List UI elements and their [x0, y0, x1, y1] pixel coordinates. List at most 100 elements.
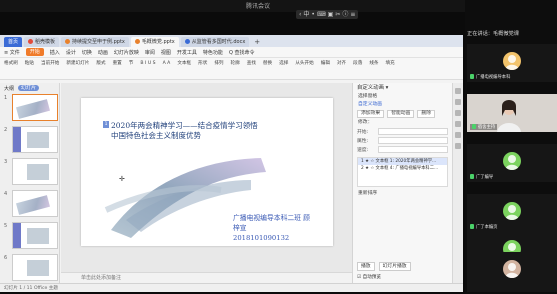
toolbar-button[interactable]: 对齐 — [337, 60, 346, 68]
slide-thumbnail-row: 1 — [0, 93, 59, 125]
slide-thumbnail[interactable] — [12, 158, 58, 185]
tool-icon[interactable] — [455, 88, 461, 94]
toolbar-button[interactable]: 形状 — [198, 60, 207, 68]
toolbar-button[interactable]: 节 — [129, 60, 134, 68]
toolbar-button[interactable]: 排列 — [214, 60, 223, 68]
toolbar-button[interactable]: 段落 — [353, 60, 362, 68]
document-tab[interactable]: 首页 — [4, 37, 23, 47]
participant-tile[interactable]: 广了编导 — [467, 144, 557, 182]
toolbar-button[interactable]: 轮廓 — [231, 60, 240, 68]
document-tab[interactable]: 从监管看多国时代.docx — [180, 37, 250, 47]
menu-item[interactable]: 视图 — [161, 49, 171, 56]
toolbar-button[interactable]: 当前开始 — [41, 60, 59, 68]
animation-list-item[interactable]: 2 ★ ☆ 文本框 4: 广播电视编导本科二... — [358, 165, 447, 172]
menu-item[interactable]: 插入 — [50, 49, 60, 56]
menu-item[interactable]: ≡ 文件 — [4, 49, 20, 56]
tool-icon[interactable] — [455, 132, 461, 138]
smart-animation-button[interactable]: 智能动画 — [387, 110, 415, 118]
menu-item[interactable]: 开始 — [25, 48, 44, 56]
start-field: 开始: — [353, 127, 452, 136]
menu-item[interactable]: 开发工具 — [177, 49, 197, 56]
reorder-label[interactable]: 重新排序 — [353, 190, 452, 198]
slide-thumbnail[interactable] — [12, 222, 58, 249]
thumbnail-pane-header: 大纲 幻灯片 — [0, 83, 59, 93]
menu-item[interactable]: 设计 — [66, 49, 76, 56]
slide-title[interactable]: 2020年两会精神学习——结合疫情学习领悟 中国特色社会主义制度优势 — [111, 121, 311, 141]
toolbar-button[interactable]: 编辑 — [321, 60, 330, 68]
toolbar-button[interactable]: 查找 — [247, 60, 256, 68]
slide-author-textbox[interactable]: 广播电视编导本科二班 顾 梓宣 2018101090132 — [233, 213, 329, 243]
document-tab[interactable]: 持续提交至申于例.pptx — [61, 37, 129, 47]
delete-button[interactable]: 删除 — [417, 110, 436, 118]
tool-icon[interactable] — [455, 99, 461, 105]
property-select[interactable] — [378, 137, 448, 144]
toolbar-button[interactable]: B I U S — [140, 60, 155, 68]
tool-icon[interactable] — [455, 121, 461, 127]
document-tab[interactable]: 毛概微党.pptx — [130, 37, 179, 47]
toolbar-button[interactable]: 替换 — [263, 60, 272, 68]
toolbar-button[interactable]: 文本框 — [177, 60, 191, 68]
toolbar-button[interactable]: 新建幻灯片 — [66, 60, 89, 68]
slideshow-button[interactable]: 幻灯片播放 — [378, 262, 411, 271]
outline-tab[interactable]: 大纲 — [4, 85, 14, 92]
share-control-icon[interactable]: ≡ — [350, 10, 355, 19]
menu-item[interactable]: 特色功能 — [203, 49, 223, 56]
menu-item[interactable]: 切换 — [82, 49, 92, 56]
share-control-icon[interactable]: ‹ — [299, 10, 301, 19]
participant-tile[interactable] — [467, 252, 557, 292]
toolbar-button[interactable]: 格式刷 — [4, 60, 18, 68]
toolbar-button[interactable]: 从头开始 — [295, 60, 313, 68]
participant-tile[interactable]: 广播电视编导本科 — [467, 44, 557, 82]
toolbar-button[interactable]: 选择 — [279, 60, 288, 68]
participant-tile[interactable]: 广了本编页 — [467, 194, 557, 232]
toolbar-button[interactable]: 版式 — [96, 60, 105, 68]
toolbar-button[interactable]: 粘贴 — [25, 60, 34, 68]
screen: 腾讯会议 ‹ 中 • ⌨ ▣ ✂ ⓘ ≡ 首页 稻壳模板 持续提交至申于例.pptx 毛概微党.pp… — [0, 0, 557, 294]
add-effect-button[interactable]: 添加效果 — [357, 110, 385, 118]
avatar-icon — [503, 152, 521, 170]
selection-pane-link[interactable]: 选择窗格 — [353, 93, 452, 101]
tool-icon[interactable] — [455, 110, 461, 116]
share-control-icon[interactable]: ✂ — [335, 10, 340, 19]
speed-select[interactable] — [378, 146, 448, 153]
thumbnail-number: 5 — [4, 223, 8, 229]
new-tab-button[interactable]: + — [251, 37, 263, 47]
slide-title-line-2: 中国特色社会主义制度优势 — [111, 131, 201, 140]
slide-thumbnail[interactable] — [12, 126, 58, 153]
participant-tile[interactable]: 宿舍主持 — [467, 94, 557, 132]
toolbar-button[interactable]: A A — [163, 60, 171, 68]
slide-thumbnail[interactable] — [12, 94, 58, 121]
screen-share-toolbar[interactable]: ‹ 中 • ⌨ ▣ ✂ ⓘ ≡ — [296, 10, 359, 19]
tool-icon[interactable] — [455, 143, 461, 149]
share-control-icon[interactable]: • — [311, 10, 315, 19]
start-select[interactable] — [378, 128, 448, 135]
notes-input[interactable]: 单击此处添加备注 — [61, 272, 352, 283]
anim-pane-header[interactable]: 自定义动画 ▾ — [353, 83, 452, 93]
slide-thumbnail[interactable] — [12, 254, 58, 281]
slides-tab[interactable]: 幻灯片 — [18, 85, 40, 91]
mic-icon — [470, 174, 474, 179]
animation-list-item[interactable]: 1 ★ ☆ 文本框 1: 2020年两会精神学... — [358, 158, 447, 165]
menu-item[interactable]: 动画 — [98, 49, 108, 56]
slide-editing-area: 1 2020年两会精神学习——结合疫情学习领悟 中国特色社会主义制度优势 广播电… — [61, 83, 352, 283]
document-tab[interactable]: 稻壳模板 — [24, 37, 60, 47]
play-button[interactable]: 播放 — [357, 262, 375, 271]
share-control-icon[interactable]: ⌨ — [317, 10, 326, 19]
toolbar-button[interactable]: 重置 — [113, 60, 122, 68]
current-slide[interactable]: 1 2020年两会精神学习——结合疫情学习领悟 中国特色社会主义制度优势 广播电… — [81, 98, 333, 246]
toolbar-button[interactable]: 填充 — [386, 60, 395, 68]
menu-item[interactable]: Q 查找命令 — [229, 49, 255, 56]
share-control-icon[interactable]: 中 — [303, 10, 309, 19]
menu-item[interactable]: 幻灯片放映 — [114, 49, 139, 56]
slide-thumbnail[interactable] — [12, 190, 58, 217]
custom-animation-link[interactable]: 自定义动画 — [353, 101, 452, 109]
share-control-icon[interactable]: ⓘ — [342, 10, 348, 19]
placeholder-number-tag: 1 — [103, 121, 109, 128]
right-tool-strip — [452, 83, 463, 283]
file-type-icon — [65, 39, 71, 44]
menu-item[interactable]: 审阅 — [145, 49, 155, 56]
share-control-icon[interactable]: ▣ — [328, 10, 334, 19]
thumbnail-number: 3 — [4, 159, 8, 165]
toolbar-button[interactable]: 线条 — [369, 60, 378, 68]
autopreview-checkbox[interactable]: ☑ 自动预览 — [357, 274, 381, 280]
